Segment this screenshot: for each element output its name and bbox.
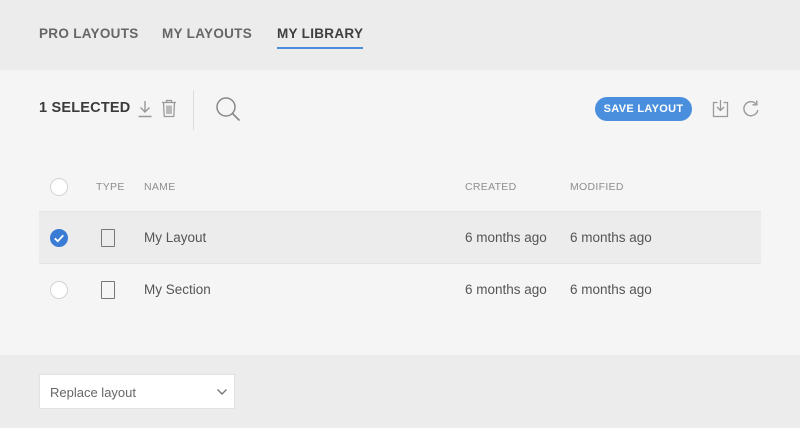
row-name: My Layout	[144, 230, 207, 245]
column-created: CREATED	[465, 181, 517, 193]
toolbar: 1 SELECTED SAVE LAYOUT	[0, 70, 800, 148]
refresh-icon[interactable]	[742, 99, 760, 118]
search-icon[interactable]	[215, 96, 241, 122]
library-panel: 1 SELECTED SAVE LAYOUT TYPE NAME CREATED…	[0, 70, 800, 355]
row-created: 6 months ago	[465, 230, 547, 245]
column-modified: MODIFIED	[570, 181, 624, 193]
layouts-table: TYPE NAME CREATED MODIFIED My Layout 6 m…	[39, 162, 761, 315]
row-checkbox[interactable]	[50, 229, 68, 247]
tab-pro-layouts[interactable]: PRO LAYOUTS	[39, 26, 139, 41]
trash-icon[interactable]	[161, 99, 177, 118]
save-layout-button[interactable]: SAVE LAYOUT	[595, 97, 692, 121]
selected-count: 1 SELECTED	[39, 100, 131, 116]
tab-my-library[interactable]: MY LIBRARY	[277, 26, 364, 49]
page-icon	[101, 229, 115, 247]
layout-tabs: PRO LAYOUTS MY LAYOUTS MY LIBRARY	[0, 0, 800, 70]
import-icon[interactable]	[712, 99, 729, 118]
row-created: 6 months ago	[465, 282, 547, 297]
checkmark-icon	[54, 234, 64, 243]
row-modified: 6 months ago	[570, 282, 652, 297]
download-icon[interactable]	[137, 100, 153, 118]
select-value: Replace layout	[50, 385, 136, 400]
table-header: TYPE NAME CREATED MODIFIED	[39, 162, 761, 211]
row-name: My Section	[144, 282, 211, 297]
table-row[interactable]: My Section 6 months ago 6 months ago	[39, 263, 761, 315]
row-checkbox[interactable]	[50, 281, 68, 299]
table-row[interactable]: My Layout 6 months ago 6 months ago	[39, 211, 761, 263]
layout-action-select[interactable]: Replace layout	[39, 374, 235, 409]
toolbar-divider	[193, 90, 194, 130]
row-modified: 6 months ago	[570, 230, 652, 245]
chevron-down-icon	[217, 389, 227, 395]
column-type: TYPE	[96, 181, 125, 193]
column-name: NAME	[144, 181, 176, 193]
select-all-checkbox[interactable]	[50, 178, 68, 196]
page-icon	[101, 281, 115, 299]
tab-my-layouts[interactable]: MY LAYOUTS	[162, 26, 252, 41]
footer-bar: Replace layout	[0, 355, 800, 428]
